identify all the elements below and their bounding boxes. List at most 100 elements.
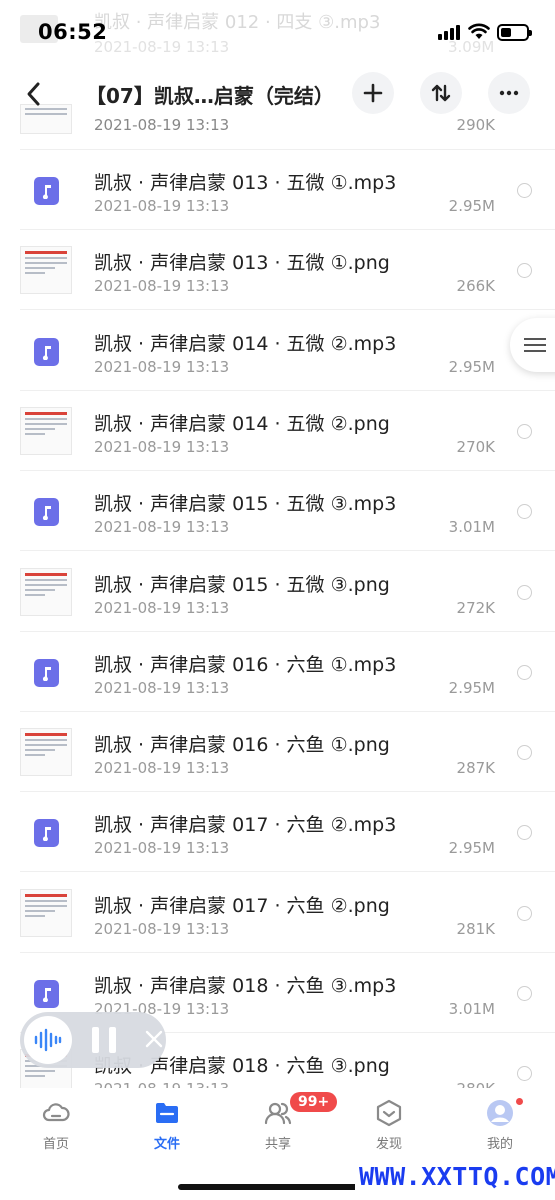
- file-name: 凯叔 · 声律启蒙 016 · 六鱼 ①.mp3: [94, 654, 397, 676]
- sort-button[interactable]: [420, 72, 462, 114]
- file-size: 3.01M: [448, 518, 495, 536]
- audio-file-icon: [34, 659, 59, 687]
- list-item[interactable]: 凯叔 · 声律启蒙 016 · 六鱼 ①.mp3 2021-08-19 13:13…: [0, 632, 555, 712]
- side-menu-handle[interactable]: [510, 318, 555, 372]
- battery-icon: [497, 24, 532, 41]
- wifi-icon: [468, 22, 490, 40]
- audio-file-icon: [34, 498, 59, 526]
- file-date: 2021-08-19 13:13: [94, 438, 230, 456]
- add-button[interactable]: [352, 72, 394, 114]
- file-date: 2021-08-19 13:13: [94, 197, 230, 215]
- file-size: 287K: [456, 759, 495, 777]
- cloud-icon: [42, 1103, 70, 1122]
- list-item[interactable]: 凯叔 · 声律启蒙 013 · 五微 ①.mp3 2021-08-19 13:13…: [0, 150, 555, 230]
- audio-mini-player[interactable]: [20, 1012, 166, 1068]
- file-name: 凯叔 · 声律启蒙 015 · 五微 ③.png: [94, 574, 390, 596]
- file-date: 2021-08-19 13:13: [94, 759, 230, 777]
- nav-discover[interactable]: 发现: [344, 1098, 434, 1152]
- file-size: 266K: [456, 277, 495, 295]
- image-thumbnail: [20, 889, 72, 937]
- file-date: 2021-08-19 13:13: [94, 277, 230, 295]
- list-item[interactable]: 凯叔 · 声律启蒙 017 · 六鱼 ②.mp3 2021-08-19 13:13…: [0, 792, 555, 872]
- close-player-button[interactable]: [143, 1028, 165, 1050]
- row-divider: [20, 871, 555, 872]
- file-date: 2021-08-19 13:13: [94, 599, 230, 617]
- select-radio[interactable]: [517, 906, 532, 921]
- chevron-left-icon: [27, 82, 40, 106]
- nav-label: 共享: [264, 1137, 291, 1152]
- file-name: 凯叔 · 声律启蒙 016 · 六鱼 ①.png: [94, 734, 390, 756]
- file-size: 2.95M: [448, 679, 495, 697]
- share-notification-badge: 99+: [290, 1092, 338, 1112]
- audio-file-icon: [34, 819, 59, 847]
- list-item[interactable]: 凯叔 · 声律启蒙 014 · 五微 ②.mp3 2021-08-19 13:13…: [0, 311, 555, 391]
- select-radio[interactable]: [517, 986, 532, 1001]
- nav-label: 我的: [486, 1137, 513, 1152]
- select-radio[interactable]: [517, 1066, 532, 1081]
- file-size: 270K: [456, 438, 495, 456]
- more-button[interactable]: [488, 72, 530, 114]
- audio-file-icon: [34, 980, 59, 1008]
- file-date: 2021-08-19 13:13: [94, 358, 230, 376]
- list-item[interactable]: 凯叔 · 声律启蒙 013 · 五微 ①.png 2021-08-19 13:13…: [0, 230, 555, 310]
- file-date: 2021-08-19 13:13: [94, 920, 230, 938]
- image-thumbnail: [20, 246, 72, 294]
- hamburger-icon: [524, 334, 546, 356]
- nav-label: 首页: [42, 1137, 69, 1152]
- file-name: 凯叔 · 声律启蒙 017 · 六鱼 ②.mp3: [94, 814, 397, 836]
- select-radio[interactable]: [517, 825, 532, 840]
- cellular-signal-icon: [438, 24, 460, 40]
- audio-file-icon: [34, 338, 59, 366]
- select-radio[interactable]: [517, 183, 532, 198]
- nav-files[interactable]: 文件: [122, 1098, 212, 1152]
- file-name: 凯叔 · 声律启蒙 018 · 六鱼 ③.mp3: [94, 975, 397, 997]
- list-item[interactable]: 凯叔 · 声律启蒙 015 · 五微 ③.mp3 2021-08-19 13:13…: [0, 471, 555, 551]
- file-date: 2021-08-19 13:13: [94, 839, 230, 857]
- discover-icon: [376, 1099, 402, 1127]
- header-bar: 【07】凯叔…启蒙（完结）: [0, 62, 555, 124]
- select-radio[interactable]: [517, 745, 532, 760]
- select-radio[interactable]: [517, 263, 532, 278]
- file-date: 2021-08-19 13:13: [94, 679, 230, 697]
- back-button[interactable]: [20, 78, 48, 110]
- select-radio[interactable]: [517, 504, 532, 519]
- watermark: WWW.XXTTQ.COM: [355, 1162, 555, 1191]
- nav-label: 发现: [375, 1137, 402, 1152]
- nav-home[interactable]: 首页: [11, 1098, 101, 1152]
- select-radio[interactable]: [517, 585, 532, 600]
- page-title: 【07】凯叔…启蒙（完结）: [86, 84, 334, 108]
- row-divider: [20, 550, 555, 551]
- image-thumbnail: [20, 407, 72, 455]
- select-radio[interactable]: [517, 665, 532, 680]
- folder-icon: [156, 1103, 178, 1123]
- image-thumbnail: [20, 568, 72, 616]
- select-radio[interactable]: [517, 424, 532, 439]
- pause-button[interactable]: [92, 1027, 116, 1053]
- list-item[interactable]: 凯叔 · 声律启蒙 017 · 六鱼 ②.png 2021-08-19 13:13…: [0, 873, 555, 953]
- row-divider: [20, 309, 555, 310]
- file-date: 2021-08-19 13:13: [94, 518, 230, 536]
- list-item[interactable]: 凯叔 · 声律启蒙 015 · 五微 ③.png 2021-08-19 13:13…: [0, 552, 555, 632]
- list-item[interactable]: 凯叔 · 声律启蒙 016 · 六鱼 ①.png 2021-08-19 13:13…: [0, 712, 555, 792]
- file-size: 2.95M: [448, 197, 495, 215]
- file-size: 2.95M: [448, 839, 495, 857]
- file-name: 凯叔 · 声律启蒙 014 · 五微 ②.mp3: [94, 333, 397, 355]
- plus-icon: [363, 83, 383, 103]
- home-indicator: [178, 1184, 378, 1190]
- file-name: 凯叔 · 声律启蒙 015 · 五微 ③.mp3: [94, 493, 397, 515]
- profile-notification-dot: [514, 1096, 525, 1107]
- status-bar: 06:52: [0, 0, 555, 62]
- sort-icon: [431, 84, 451, 102]
- image-thumbnail: [20, 728, 72, 776]
- file-name: 凯叔 · 声律启蒙 014 · 五微 ②.png: [94, 413, 390, 435]
- file-name: 凯叔 · 声律启蒙 017 · 六鱼 ②.png: [94, 895, 390, 917]
- status-time: 06:52: [38, 20, 108, 44]
- close-icon: [145, 1030, 163, 1048]
- avatar-icon: [487, 1100, 513, 1126]
- file-name: 凯叔 · 声律启蒙 013 · 五微 ①.png: [94, 252, 390, 274]
- file-size: 281K: [456, 920, 495, 938]
- waveform-icon[interactable]: [24, 1016, 72, 1064]
- file-name: 凯叔 · 声律启蒙 013 · 五微 ①.mp3: [94, 172, 397, 194]
- nav-profile[interactable]: 我的: [455, 1098, 545, 1152]
- list-item[interactable]: 凯叔 · 声律启蒙 014 · 五微 ②.png 2021-08-19 13:13…: [0, 391, 555, 471]
